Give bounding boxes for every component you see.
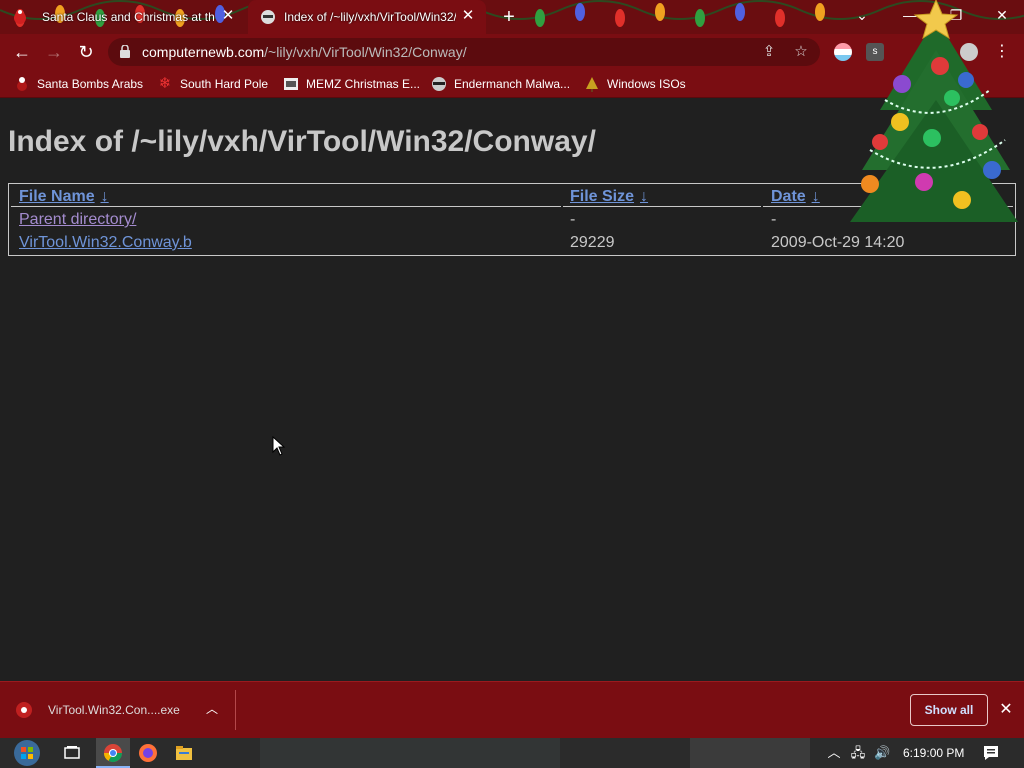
new-tab-button[interactable]: + bbox=[499, 7, 519, 27]
tree-icon bbox=[586, 77, 598, 92]
tab-title: Santa Claus and Christmas at the North P… bbox=[42, 10, 214, 24]
windows-taskbar: ︿ 🖧 🔊 6:19:00 PM bbox=[0, 738, 1024, 768]
tab-index-conway[interactable]: Index of /~lily/vxh/VirTool/Win32/Conway… bbox=[248, 0, 486, 34]
column-header-label: File Size bbox=[570, 188, 635, 205]
show-all-button[interactable]: Show all bbox=[910, 694, 988, 726]
santa-favicon-icon bbox=[14, 10, 26, 24]
file-size-cell: - bbox=[570, 211, 576, 228]
download-filename: VirTool.Win32.Con....exe bbox=[48, 703, 180, 717]
url-text[interactable]: computernewb.com/~lily/vxh/VirTool/Win32… bbox=[142, 44, 467, 60]
firefox-icon[interactable] bbox=[138, 743, 158, 763]
browser-window: Santa Claus and Christmas at the North P… bbox=[0, 0, 1024, 738]
file-date-cell: 2009-Oct-29 14:20 bbox=[771, 234, 905, 251]
taskbar-clock[interactable]: 6:19:00 PM bbox=[903, 746, 964, 760]
forward-button[interactable]: → bbox=[42, 40, 66, 64]
show-hidden-icons-chevron-icon[interactable]: ︿ bbox=[826, 745, 842, 761]
network-icon[interactable]: 🖧 bbox=[850, 745, 866, 761]
bookmark-endermanch-malware[interactable]: Endermanch Malwa... bbox=[431, 76, 570, 92]
bookmark-label: Endermanch Malwa... bbox=[454, 77, 571, 91]
url-host: computernewb.com bbox=[142, 44, 265, 60]
download-item[interactable]: VirTool.Win32.Con....exe bbox=[14, 700, 180, 720]
action-center-icon[interactable] bbox=[982, 744, 1000, 762]
close-tab-icon[interactable]: ✕ bbox=[220, 8, 236, 24]
chrome-icon bbox=[104, 744, 122, 763]
snowflake-icon: ❄ bbox=[158, 75, 172, 92]
bookmark-label: Santa Bombs Arabs bbox=[37, 77, 144, 91]
close-download-shelf-icon[interactable]: ✕ bbox=[997, 701, 1015, 719]
close-tab-icon[interactable]: ✕ bbox=[460, 8, 476, 24]
column-header-date[interactable]: Date ↓ bbox=[771, 188, 820, 206]
sort-arrow-icon[interactable]: ↓ bbox=[812, 188, 820, 205]
bookmark-label: MEMZ Christmas E... bbox=[306, 77, 421, 91]
share-icon[interactable]: ⇪ bbox=[760, 43, 778, 61]
mouse-cursor-icon bbox=[272, 436, 286, 456]
page-title: Index of /~lily/vxh/VirTool/Win32/Conway… bbox=[8, 125, 596, 158]
column-header-label: File Name bbox=[19, 188, 95, 205]
raccoon-icon bbox=[432, 77, 446, 91]
download-shelf: VirTool.Win32.Con....exe ︿ Show all ✕ bbox=[0, 681, 1024, 738]
bookmark-santa-bombs[interactable]: Santa Bombs Arabs bbox=[14, 76, 143, 92]
memz-icon bbox=[284, 78, 298, 90]
reload-button[interactable]: ↻ bbox=[74, 40, 98, 64]
file-explorer-icon[interactable] bbox=[174, 743, 194, 763]
sort-arrow-icon[interactable]: ↓ bbox=[101, 188, 109, 205]
task-view-icon[interactable] bbox=[62, 743, 82, 763]
back-button[interactable]: ← bbox=[10, 40, 34, 64]
download-file-icon bbox=[16, 702, 32, 718]
bookmark-south-hard-pole[interactable]: ❄ South Hard Pole bbox=[157, 76, 268, 92]
chrome-taskbar-button[interactable] bbox=[96, 738, 130, 768]
column-header-file-size[interactable]: File Size ↓ bbox=[570, 188, 648, 206]
download-separator bbox=[235, 690, 236, 730]
bookmark-label: Windows ISOs bbox=[607, 77, 686, 91]
bookmark-windows-isos[interactable]: Windows ISOs bbox=[584, 76, 686, 92]
lock-icon[interactable] bbox=[120, 45, 130, 58]
bookmark-label: South Hard Pole bbox=[180, 77, 269, 91]
header-divider bbox=[11, 206, 561, 207]
column-header-label: Date bbox=[771, 188, 806, 205]
url-path: /~lily/vxh/VirTool/Win32/Conway/ bbox=[264, 44, 467, 60]
file-size-cell: 29229 bbox=[570, 234, 615, 251]
tab-santa-claus[interactable]: Santa Claus and Christmas at the North P… bbox=[0, 0, 246, 34]
file-date-cell: - bbox=[771, 211, 777, 228]
tab-title: Index of /~lily/vxh/VirTool/Win32/Conway… bbox=[284, 10, 456, 24]
chevron-up-icon[interactable]: ︿ bbox=[204, 701, 220, 717]
column-header-file-name[interactable]: File Name ↓ bbox=[19, 188, 109, 206]
file-link[interactable]: VirTool.Win32.Conway.b bbox=[19, 234, 192, 252]
header-divider bbox=[563, 206, 761, 207]
christmas-tree-decoration bbox=[850, 0, 1018, 222]
bookmark-memz-christmas[interactable]: MEMZ Christmas E... bbox=[283, 76, 420, 92]
file-link[interactable]: Parent directory/ bbox=[19, 211, 136, 229]
start-button-icon[interactable] bbox=[10, 738, 44, 768]
santa-icon bbox=[17, 77, 27, 91]
raccoon-favicon-icon bbox=[261, 10, 275, 24]
address-bar[interactable]: computernewb.com/~lily/vxh/VirTool/Win32… bbox=[108, 38, 820, 66]
sort-arrow-icon[interactable]: ↓ bbox=[640, 188, 648, 205]
bookmark-star-icon[interactable]: ☆ bbox=[792, 43, 810, 61]
volume-icon[interactable]: 🔊 bbox=[874, 745, 890, 761]
